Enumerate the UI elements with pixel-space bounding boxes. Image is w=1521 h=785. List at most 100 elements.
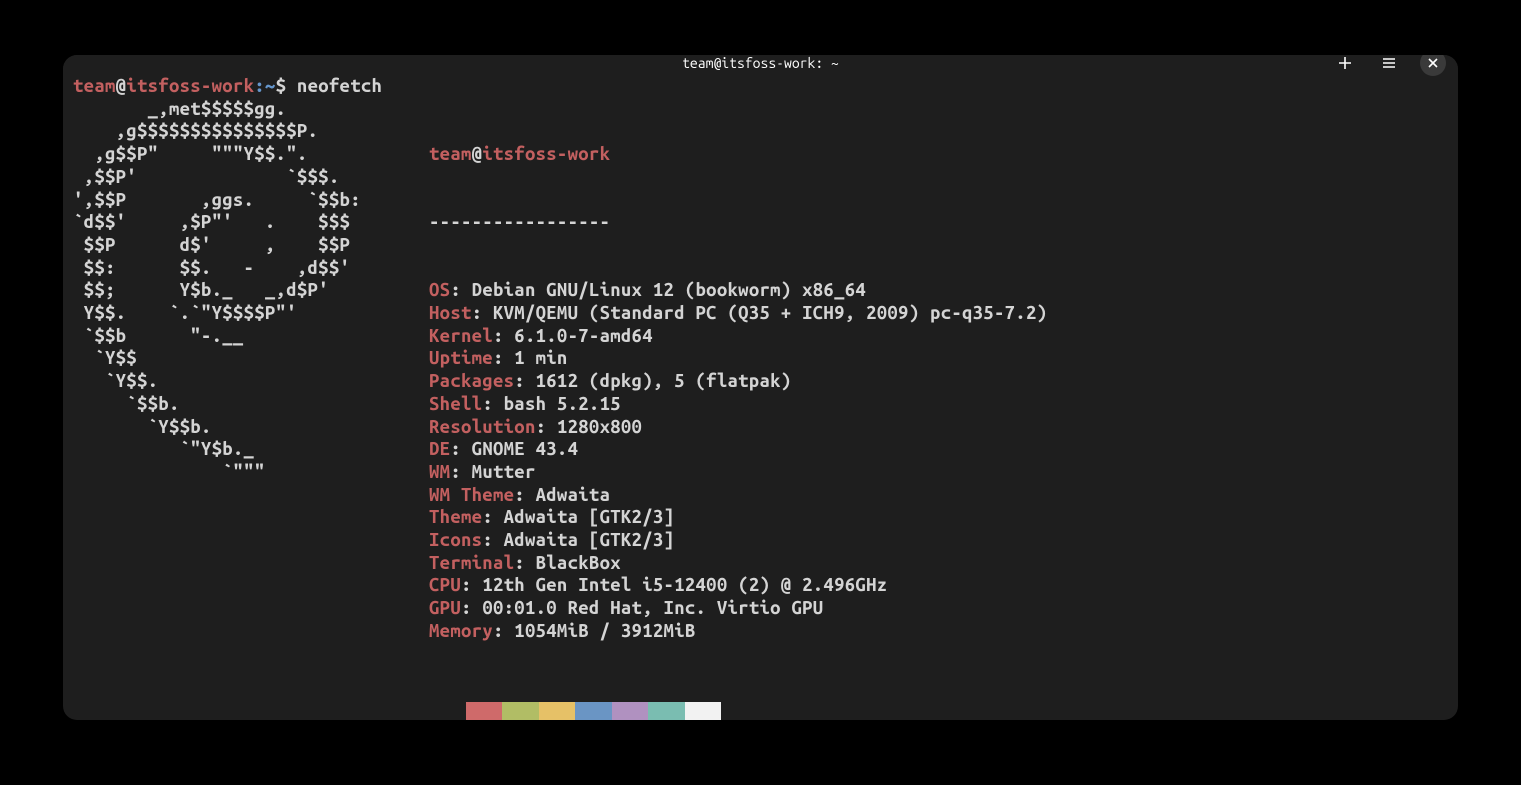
- color-swatch: [429, 702, 466, 720]
- info-label: Uptime: [429, 348, 493, 368]
- window-controls: [1332, 55, 1446, 76]
- info-label: Icons: [429, 530, 482, 550]
- ascii-line: `$$b "-.__: [73, 325, 429, 348]
- info-row: OS: Debian GNU/Linux 12 (bookworm) x86_6…: [429, 279, 1047, 302]
- info-label: Terminal: [429, 553, 514, 573]
- info-label: WM Theme: [429, 485, 514, 505]
- info-value: GNOME 43.4: [472, 439, 579, 459]
- info-value: 00:01.0 Red Hat, Inc. Virtio GPU: [482, 598, 823, 618]
- info-separator: :: [493, 326, 514, 346]
- info-user: team: [429, 144, 472, 164]
- info-row: WM: Mutter: [429, 461, 1047, 484]
- info-label: Memory: [429, 621, 493, 641]
- info-value: Debian GNU/Linux 12 (bookworm) x86_64: [472, 280, 866, 300]
- color-swatch: [466, 702, 503, 720]
- ascii-line: `Y$$b.: [73, 416, 429, 439]
- ascii-line: `""": [73, 461, 429, 484]
- info-header: team@itsfoss-work: [429, 143, 1047, 166]
- info-separator: :: [482, 394, 503, 414]
- info-row: Terminal: BlackBox: [429, 552, 1047, 575]
- info-row: CPU: 12th Gen Intel i5-12400 (2) @ 2.496…: [429, 574, 1047, 597]
- prompt-at: @: [116, 76, 127, 96]
- info-separator: :: [536, 417, 557, 437]
- info-label: Theme: [429, 507, 482, 527]
- info-separator: :: [461, 598, 482, 618]
- color-swatch: [612, 702, 649, 720]
- info-value: 1 min: [514, 348, 567, 368]
- new-tab-button[interactable]: [1332, 55, 1358, 76]
- info-separator: :: [450, 439, 471, 459]
- info-value: BlackBox: [536, 553, 621, 573]
- title-bar: team@itsfoss-work: ~: [63, 55, 1458, 71]
- ascii-line: `$$b.: [73, 393, 429, 416]
- neofetch-output: _,met$$$$$gg. ,g$$$$$$$$$$$$$$$P. ,g$$P"…: [73, 98, 1448, 688]
- color-swatch: [648, 702, 685, 720]
- command-text: neofetch: [297, 76, 382, 96]
- info-value: Adwaita [GTK2/3]: [504, 507, 675, 527]
- info-value: Adwaita: [536, 485, 611, 505]
- info-value: 1612 (dpkg), 5 (flatpak): [536, 371, 792, 391]
- info-value: 1280x800: [557, 417, 642, 437]
- info-separator: :: [514, 553, 535, 573]
- info-row: Uptime: 1 min: [429, 347, 1047, 370]
- info-row: Packages: 1612 (dpkg), 5 (flatpak): [429, 370, 1047, 393]
- info-row: DE: GNOME 43.4: [429, 438, 1047, 461]
- info-separator: :: [514, 371, 535, 391]
- menu-button[interactable]: [1376, 55, 1402, 76]
- ascii-line: Y$$. `.`"Y$$$$P"': [73, 302, 429, 325]
- info-label: Resolution: [429, 417, 536, 437]
- ascii-line: `Y$$.: [73, 370, 429, 393]
- info-value: bash 5.2.15: [504, 394, 621, 414]
- ascii-line: $$P d$' , $$P: [73, 234, 429, 257]
- info-value: Mutter: [472, 462, 536, 482]
- terminal-body[interactable]: team@itsfoss-work:~$ neofetch _,met$$$$$…: [63, 71, 1458, 720]
- color-swatch: [575, 702, 612, 720]
- info-row: WM Theme: Adwaita: [429, 484, 1047, 507]
- info-value: 6.1.0-7-amd64: [514, 326, 653, 346]
- ascii-line: `"Y$b._: [73, 438, 429, 461]
- info-row: Icons: Adwaita [GTK2/3]: [429, 529, 1047, 552]
- prompt-user: team: [73, 76, 116, 96]
- info-separator: :: [493, 621, 514, 641]
- info-label: Packages: [429, 371, 514, 391]
- info-value: 12th Gen Intel i5-12400 (2) @ 2.496GHz: [482, 575, 887, 595]
- prompt-colon: :: [254, 76, 265, 96]
- close-button[interactable]: [1420, 55, 1446, 76]
- info-separator: :: [493, 348, 514, 368]
- info-label: Shell: [429, 394, 482, 414]
- info-separator: :: [514, 485, 535, 505]
- info-label: OS: [429, 280, 450, 300]
- ascii-line: ,$$P' `$$$.: [73, 166, 429, 189]
- info-label: GPU: [429, 598, 461, 618]
- ascii-line: $$: $$. - ,d$$': [73, 257, 429, 280]
- info-divider: -----------------: [429, 211, 1047, 234]
- info-separator: :: [482, 507, 503, 527]
- color-swatch: [502, 702, 539, 720]
- sysinfo: team@itsfoss-work ----------------- OS: …: [429, 98, 1047, 688]
- info-at: @: [472, 144, 483, 164]
- ascii-art: _,met$$$$$gg. ,g$$$$$$$$$$$$$$$P. ,g$$P"…: [73, 98, 429, 688]
- prompt-symbol: $: [276, 76, 287, 96]
- color-swatch: [539, 702, 576, 720]
- info-separator: :: [472, 303, 493, 323]
- info-separator: :: [482, 530, 503, 550]
- color-swatch: [685, 702, 722, 720]
- info-value: 1054MiB / 3912MiB: [514, 621, 695, 641]
- info-label: Host: [429, 303, 472, 323]
- ascii-line: ,g$$P" """Y$$.".: [73, 143, 429, 166]
- info-row: Resolution: 1280x800: [429, 416, 1047, 439]
- command-line: team@itsfoss-work:~$ neofetch: [73, 75, 1448, 98]
- ascii-line: $$; Y$b._ _,d$P': [73, 279, 429, 302]
- info-label: Kernel: [429, 326, 493, 346]
- terminal-window: team@itsfoss-work: ~ team@itsfoss-work:~…: [63, 55, 1458, 720]
- info-row: Memory: 1054MiB / 3912MiB: [429, 620, 1047, 643]
- prompt-host: itsfoss-work: [126, 76, 254, 96]
- ascii-line: ',$$P ,ggs. `$$b:: [73, 189, 429, 212]
- ascii-line: _,met$$$$$gg.: [73, 98, 429, 121]
- info-value: KVM/QEMU (Standard PC (Q35 + ICH9, 2009)…: [493, 303, 1047, 323]
- window-title: team@itsfoss-work: ~: [682, 55, 839, 71]
- ascii-line: `Y$$: [73, 347, 429, 370]
- info-host: itsfoss-work: [482, 144, 610, 164]
- ascii-line: ,g$$$$$$$$$$$$$$$P.: [73, 120, 429, 143]
- info-row: Kernel: 6.1.0-7-amd64: [429, 325, 1047, 348]
